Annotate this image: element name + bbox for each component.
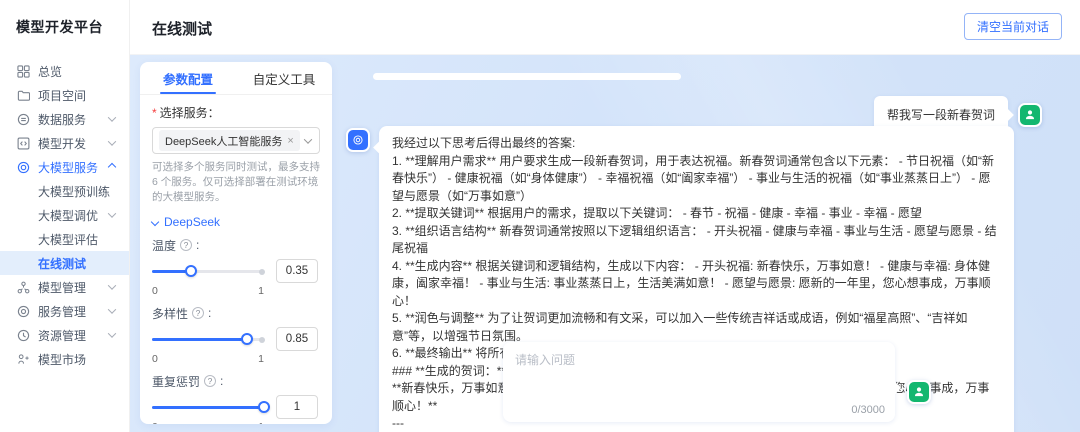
- slider-thumb[interactable]: [258, 401, 270, 413]
- chat-area: 帮我写一段新春贺词 我经过以下思考后得出最终的答案: 1. **理解用户需求**…: [342, 55, 1068, 432]
- chevron-down-icon: [108, 209, 116, 217]
- person-icon: [912, 385, 926, 399]
- temperature-slider[interactable]: [152, 265, 264, 277]
- remove-tag-icon[interactable]: ×: [287, 135, 293, 147]
- diversity-slider[interactable]: [152, 333, 264, 345]
- chevron-down-icon: [151, 218, 159, 226]
- chat-input-bubble: 0/3000: [503, 342, 895, 422]
- app-title: 模型开发平台: [0, 0, 129, 37]
- sidebar-item-label: 模型开发: [38, 135, 86, 152]
- sidebar-item-label: 资源管理: [38, 327, 86, 344]
- folder-icon: [16, 88, 30, 102]
- sidebar-item-label: 项目空间: [38, 87, 86, 104]
- clear-conversation-button[interactable]: 清空当前对话: [964, 13, 1062, 40]
- chevron-down-icon: [108, 329, 116, 337]
- service-select[interactable]: DeepSeek人工智能服务 ×: [152, 127, 320, 154]
- sidebar-item-model-mgmt[interactable]: 模型管理: [0, 275, 129, 299]
- service-tag: DeepSeek人工智能服务 ×: [159, 130, 300, 151]
- select-service-label: *选择服务：: [152, 104, 320, 121]
- required-mark: *: [152, 106, 157, 120]
- person-icon: [1023, 108, 1037, 122]
- sidebar-item-model-market[interactable]: 模型市场: [0, 347, 129, 371]
- service-mgmt-icon: [16, 304, 30, 318]
- sidebar-item-online-test[interactable]: 在线测试: [0, 251, 129, 275]
- sidebar-item-label: 服务管理: [38, 303, 86, 320]
- diversity-label: 多样性: [152, 305, 188, 322]
- nodes-icon: [16, 280, 30, 294]
- user-avatar: [1018, 103, 1042, 127]
- sidebar-item-service-mgmt[interactable]: 服务管理: [0, 299, 129, 323]
- resource-mgmt-icon: [16, 328, 30, 342]
- chevron-up-icon: [108, 163, 116, 171]
- chevron-down-icon: [108, 113, 116, 121]
- deepseek-section-toggle[interactable]: DeepSeek: [152, 215, 320, 229]
- market-icon: [16, 352, 30, 366]
- send-button[interactable]: [907, 380, 931, 404]
- sidebar-item-label: 数据服务: [38, 111, 86, 128]
- sidebar-item-data-service[interactable]: 数据服务: [0, 107, 129, 131]
- sidebar-item-llm-service[interactable]: 大模型服务: [0, 155, 129, 179]
- chevron-down-icon: [304, 135, 312, 143]
- content-area: 参数配置 自定义工具 *选择服务： DeepSeek人工智能服务 × 可选择多个…: [130, 55, 1080, 432]
- tab-parameter-config[interactable]: 参数配置: [140, 62, 236, 94]
- diversity-group: 多样性 ?: 01: [152, 305, 320, 365]
- slider-thumb[interactable]: [185, 265, 197, 277]
- repetition-penalty-label: 重复惩罚: [152, 373, 200, 390]
- page-title: 在线测试: [152, 18, 212, 39]
- sidebar-item-label: 模型市场: [38, 351, 86, 368]
- grid-icon: [16, 64, 30, 78]
- sidebar-item-llm-tuning[interactable]: 大模型调优: [0, 203, 129, 227]
- sidebar-item-label: 大模型预训练: [38, 183, 110, 200]
- page-header: 在线测试 清空当前对话: [130, 0, 1080, 55]
- sidebar-item-label: 在线测试: [38, 255, 86, 272]
- llm-service-icon: [16, 160, 30, 174]
- data-service-icon: [16, 112, 30, 126]
- model-logo-icon: [351, 133, 365, 147]
- sidebar-item-model-dev[interactable]: 模型开发: [0, 131, 129, 155]
- help-icon[interactable]: ?: [204, 375, 216, 387]
- parameter-panel: 参数配置 自定义工具 *选择服务： DeepSeek人工智能服务 × 可选择多个…: [140, 62, 332, 424]
- sidebar-item-label: 大模型评估: [38, 231, 98, 248]
- code-icon: [16, 136, 30, 150]
- sidebar-item-label: 大模型服务: [38, 159, 98, 176]
- sidebar-item-label: 模型管理: [38, 279, 86, 296]
- temperature-input[interactable]: [276, 259, 318, 283]
- scrolled-message-remnant: [373, 73, 681, 80]
- service-help-text: 可选择多个服务同时测试，最多支持 6 个服务。仅可选择部署在测试环境的大模型服务…: [152, 160, 320, 205]
- slider-thumb[interactable]: [241, 333, 253, 345]
- help-icon[interactable]: ?: [192, 307, 204, 319]
- temperature-label: 温度: [152, 237, 176, 254]
- sidebar-item-llm-eval[interactable]: 大模型评估: [0, 227, 129, 251]
- sidebar: 模型开发平台 总览 项目空间 数据服务 模型开发 大模型服务 大模型预训练: [0, 0, 130, 432]
- sidebar-item-llm-pretrain[interactable]: 大模型预训练: [0, 179, 129, 203]
- sidebar-item-resource-mgmt[interactable]: 资源管理: [0, 323, 129, 347]
- chevron-down-icon: [108, 305, 116, 313]
- repetition-penalty-group: 重复惩罚 ?: 01: [152, 373, 320, 424]
- sidebar-item-overview[interactable]: 总览: [0, 59, 129, 83]
- sidebar-item-label: 大模型调优: [38, 207, 98, 224]
- chat-input[interactable]: [503, 342, 895, 400]
- chevron-down-icon: [108, 281, 116, 289]
- repetition-penalty-slider[interactable]: [152, 401, 264, 413]
- sidebar-item-label: 总览: [38, 63, 62, 80]
- repetition-penalty-input[interactable]: [276, 395, 318, 419]
- sidebar-nav: 总览 项目空间 数据服务 模型开发 大模型服务 大模型预训练 大模型调优: [0, 59, 129, 371]
- diversity-input[interactable]: [276, 327, 318, 351]
- chevron-down-icon: [108, 137, 116, 145]
- panel-tabs: 参数配置 自定义工具: [140, 62, 332, 95]
- help-icon[interactable]: ?: [180, 239, 192, 251]
- char-counter: 0/3000: [851, 404, 885, 416]
- ai-avatar: [346, 128, 370, 152]
- tab-custom-tools[interactable]: 自定义工具: [236, 62, 332, 94]
- temperature-group: 温度 ?: 01: [152, 237, 320, 297]
- sidebar-item-project-space[interactable]: 项目空间: [0, 83, 129, 107]
